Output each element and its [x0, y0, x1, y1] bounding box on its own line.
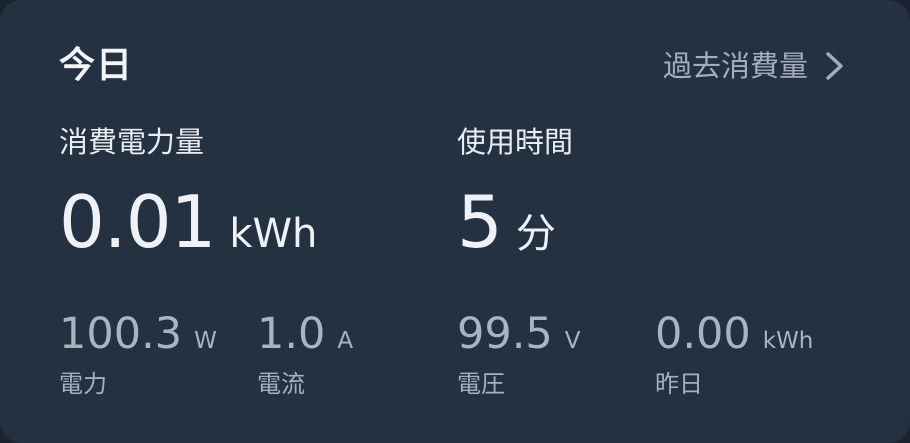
past-consumption-label: 過去消費量 — [662, 49, 808, 83]
yesterday-stat: 0.00 kWh — [655, 313, 813, 356]
current-stat: 1.0 A — [257, 313, 353, 356]
voltage-unit: V — [564, 328, 581, 354]
energy-label: 消費電力量 — [59, 125, 205, 159]
power-number: 100.3 — [59, 309, 183, 359]
usage-time-value: 5 分 — [457, 186, 556, 258]
voltage-stat: 99.5 V — [457, 313, 580, 356]
voltage-label: 電圧 — [457, 370, 505, 398]
usage-time-number: 5 — [457, 180, 503, 264]
voltage-number: 99.5 — [457, 309, 553, 359]
energy-unit: kWh — [229, 211, 318, 257]
yesterday-unit: kWh — [762, 328, 814, 354]
current-label: 電流 — [257, 370, 305, 398]
yesterday-label: 昨日 — [655, 370, 703, 398]
power-unit: W — [194, 328, 217, 354]
current-number: 1.0 — [257, 309, 326, 359]
usage-time-unit: 分 — [515, 211, 556, 257]
card-title: 今日 — [59, 45, 134, 86]
chevron-right-icon — [820, 44, 848, 88]
power-stat: 100.3 W — [59, 313, 217, 356]
yesterday-number: 0.00 — [655, 309, 751, 359]
energy-summary-card: 今日 過去消費量 消費電力量 0.01 kWh 使用時間 5 分 100.3 W… — [0, 0, 910, 443]
current-unit: A — [337, 328, 354, 354]
past-consumption-link[interactable]: 過去消費量 — [663, 44, 848, 88]
usage-time-label: 使用時間 — [457, 125, 574, 159]
energy-value: 0.01 kWh — [59, 186, 317, 258]
energy-number: 0.01 — [59, 180, 216, 264]
power-label: 電力 — [59, 370, 107, 398]
